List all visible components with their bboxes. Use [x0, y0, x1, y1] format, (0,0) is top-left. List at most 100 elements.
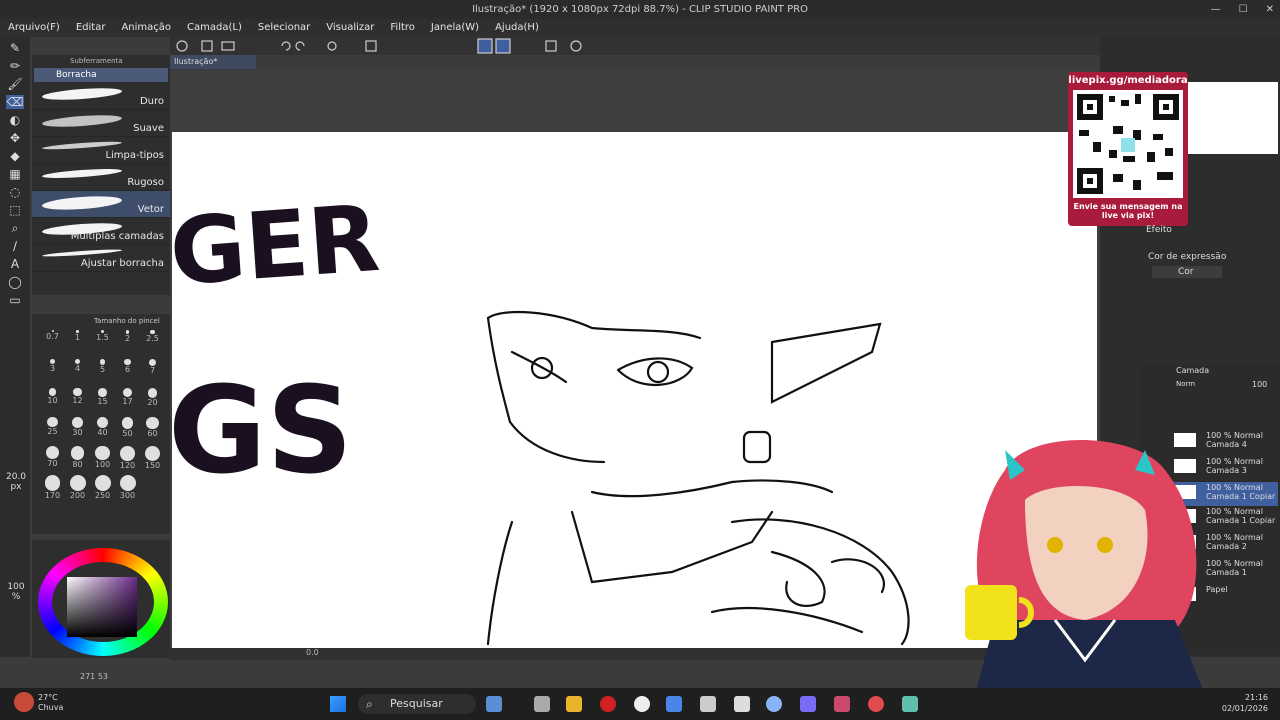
- taskbar-search[interactable]: Pesquisar: [358, 694, 476, 714]
- brush-size-preset[interactable]: 17: [115, 386, 140, 415]
- weather-icon[interactable]: [14, 692, 34, 712]
- brush-size-label: 60: [147, 429, 158, 439]
- brush-size-preset[interactable]: 6: [115, 357, 140, 386]
- app-icon[interactable]: [700, 696, 716, 712]
- ruler-tool-icon[interactable]: ∕: [6, 239, 24, 253]
- menu-filtro[interactable]: Filtro: [382, 19, 423, 37]
- minimize-button[interactable]: —: [1211, 0, 1221, 19]
- menu-janela[interactable]: Janela(W): [423, 19, 487, 37]
- brush-size-preset[interactable]: 200: [65, 473, 90, 502]
- balloon-tool-icon[interactable]: ◯: [6, 275, 24, 289]
- brush-size-preset[interactable]: 5: [90, 357, 115, 386]
- menu-arquivo[interactable]: Arquivo(F): [0, 19, 68, 37]
- subtool-group[interactable]: Borracha: [34, 68, 168, 82]
- clip-studio-icon[interactable]: [734, 696, 750, 712]
- frame-tool-icon[interactable]: ▭: [6, 293, 24, 307]
- brush-size-preset[interactable]: 170: [40, 473, 65, 502]
- subtool-item-vetor[interactable]: Vetor: [32, 191, 170, 218]
- brush-size-preset[interactable]: 120: [115, 444, 140, 473]
- brush-size-dot-icon: [94, 475, 111, 491]
- brush-size-preset[interactable]: 70: [40, 444, 65, 473]
- brush-size-preset[interactable]: 2.5: [140, 328, 165, 357]
- brush-size-preset[interactable]: 40: [90, 415, 115, 444]
- file-explorer-icon[interactable]: [566, 696, 582, 712]
- brush-size-dot-icon: [146, 417, 159, 430]
- brush-size-preset[interactable]: 10: [40, 386, 65, 415]
- pen-tool-icon[interactable]: ✎: [6, 41, 24, 55]
- lasso-tool-icon[interactable]: ◌: [6, 185, 24, 199]
- zoom-tool-icon[interactable]: ⌕: [6, 221, 24, 235]
- settings-icon[interactable]: [766, 696, 782, 712]
- subtool-item-multiplas-camadas[interactable]: Múltiplas camadas: [32, 218, 170, 245]
- brush-tool-icon[interactable]: 🖌: [6, 77, 24, 91]
- navigator-thumbnail[interactable]: [1188, 82, 1278, 154]
- brush-size-preset[interactable]: 4: [65, 357, 90, 386]
- title-bar: Ilustração* (1920 x 1080px 72dpi 88.7%) …: [0, 0, 1280, 19]
- color-expression-select[interactable]: Cor: [1152, 266, 1222, 278]
- brush-size-label: 100: [94, 460, 111, 470]
- brush-size-preset[interactable]: 7: [140, 357, 165, 386]
- brush-size-preset[interactable]: 100: [90, 444, 115, 473]
- subtool-item-duro[interactable]: Duro: [32, 83, 170, 110]
- subtool-item-ajustar-borracha[interactable]: Ajustar borracha: [32, 245, 170, 272]
- brush-size-preset[interactable]: 60: [140, 415, 165, 444]
- brush-size-header: Tamanho do pincel: [94, 317, 160, 325]
- weather-widget[interactable]: 27°C Chuva: [38, 693, 63, 713]
- brush-size-preset[interactable]: 150: [140, 444, 165, 473]
- move-tool-icon[interactable]: ✥: [6, 131, 24, 145]
- blend-tool-icon[interactable]: ◐: [6, 113, 24, 127]
- task-view-icon[interactable]: [534, 696, 550, 712]
- canvas-tab[interactable]: Ilustração*: [170, 55, 256, 69]
- layer-opacity-value[interactable]: 100: [1252, 380, 1267, 389]
- gradient-tool-icon[interactable]: ▦: [6, 167, 24, 181]
- discord-icon[interactable]: [800, 696, 816, 712]
- command-bar-icons[interactable]: [170, 37, 600, 55]
- brush-size-preset[interactable]: 15: [90, 386, 115, 415]
- brush-size-preset[interactable]: 12: [65, 386, 90, 415]
- taskbar-clock[interactable]: 21:16 02/01/2026: [1212, 692, 1268, 714]
- obs-icon[interactable]: [634, 696, 650, 712]
- fill-tool-icon[interactable]: ◆: [6, 149, 24, 163]
- clock-time: 21:16: [1244, 693, 1268, 702]
- start-button[interactable]: [330, 696, 346, 712]
- menu-selecionar[interactable]: Selecionar: [250, 19, 318, 37]
- brush-size-preset[interactable]: 80: [65, 444, 90, 473]
- brush-size-preset[interactable]: 30: [65, 415, 90, 444]
- brush-size-label: 80: [72, 459, 83, 469]
- brush-size-preset[interactable]: 250: [90, 473, 115, 502]
- brush-size-preset[interactable]: 0.7: [40, 328, 65, 357]
- app-icon[interactable]: [834, 696, 850, 712]
- maximize-button[interactable]: ☐: [1239, 0, 1248, 19]
- brush-size-preset[interactable]: 50: [115, 415, 140, 444]
- app-icon[interactable]: [486, 696, 502, 712]
- brush-size-preset[interactable]: 25: [40, 415, 65, 444]
- rotation-angle[interactable]: 0.0: [306, 648, 319, 657]
- eraser-tool-icon[interactable]: ⌫: [6, 95, 24, 109]
- weather-temp: 27°C: [38, 693, 58, 702]
- brush-size-preset[interactable]: 20: [140, 386, 165, 415]
- brush-size-label: 20: [147, 397, 158, 407]
- pencil-tool-icon[interactable]: ✏: [6, 59, 24, 73]
- subtool-item-rugoso[interactable]: Rugoso: [32, 164, 170, 191]
- opera-icon[interactable]: [600, 696, 616, 712]
- select-tool-icon[interactable]: ⬚: [6, 203, 24, 217]
- brush-size-preset[interactable]: 1: [65, 328, 90, 357]
- subtool-item-limpa-tipos[interactable]: Limpa-tipos: [32, 137, 170, 164]
- menu-editar[interactable]: Editar: [68, 19, 114, 37]
- text-tool-icon[interactable]: A: [6, 257, 24, 271]
- brush-size-preset[interactable]: 2: [115, 328, 140, 357]
- menu-ajuda[interactable]: Ajuda(H): [487, 19, 547, 37]
- brush-size-preset[interactable]: 3: [40, 357, 65, 386]
- app-icon[interactable]: [902, 696, 918, 712]
- close-button[interactable]: ✕: [1266, 0, 1274, 19]
- brush-size-preset[interactable]: 300: [115, 473, 140, 502]
- blend-mode-select[interactable]: Norm: [1176, 380, 1195, 388]
- brush-size-preset[interactable]: 1.5: [90, 328, 115, 357]
- store-icon[interactable]: [666, 696, 682, 712]
- menu-animacao[interactable]: Animação: [113, 19, 179, 37]
- menu-visualizar[interactable]: Visualizar: [318, 19, 382, 37]
- chrome-icon[interactable]: [868, 696, 884, 712]
- menu-camada[interactable]: Camada(L): [179, 19, 250, 37]
- brush-size-dot-icon: [144, 446, 161, 462]
- subtool-item-suave[interactable]: Suave: [32, 110, 170, 137]
